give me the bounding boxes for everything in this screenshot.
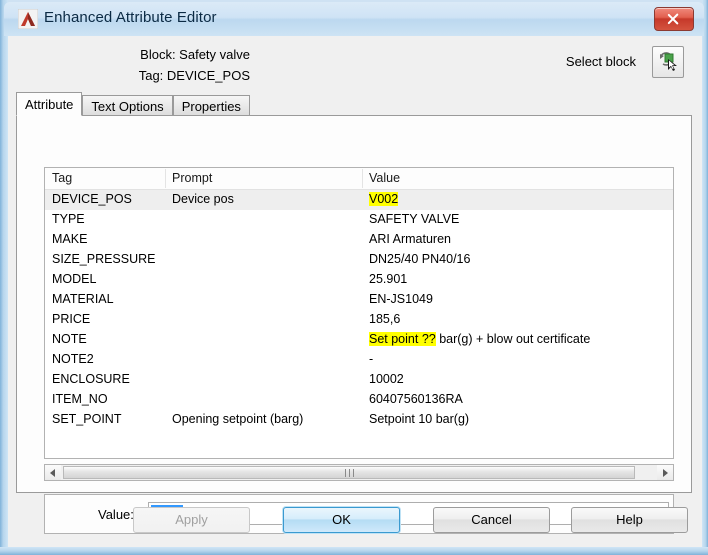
table-row[interactable]: SIZE_PRESSURE DN25/40 PN40/16 xyxy=(45,250,673,270)
cell-value: Set point ?? bar(g) + blow out certifica… xyxy=(369,332,591,346)
window-frame-right xyxy=(702,0,708,555)
cell-tag: PRICE xyxy=(52,312,91,326)
select-block-button[interactable] xyxy=(652,46,684,78)
cell-tag: ITEM_NO xyxy=(52,392,108,406)
grid-header-row: Tag Prompt Value xyxy=(45,168,673,190)
tab-attribute[interactable]: Attribute xyxy=(16,92,83,116)
cell-tag: TYPE xyxy=(52,212,85,226)
cell-tag: ENCLOSURE xyxy=(52,372,130,386)
grid-rows: DEVICE_POS Device pos V002 TYPE SAFETY VALVE… xyxy=(45,190,673,430)
cell-value: ARI Armaturen xyxy=(369,232,451,246)
tag-name-line: Tag: DEVICE_POS xyxy=(138,68,250,83)
window-frame-left xyxy=(0,0,8,555)
tab-strip: Attribute Text Options Properties xyxy=(16,92,250,116)
cell-tag: SET_POINT xyxy=(52,412,122,426)
table-row[interactable]: SET_POINT Opening setpoint (barg) Setpoint… xyxy=(45,410,673,430)
cell-value: V002 xyxy=(369,192,399,206)
autocad-logo-icon xyxy=(18,9,38,29)
column-header-value: Value xyxy=(369,171,401,185)
dialog-window: Enhanced Attribute Editor Block: Safety … xyxy=(0,0,708,555)
cell-tag: MODEL xyxy=(52,272,97,286)
table-row[interactable]: NOTE Set point ?? bar(g) + blow out certi… xyxy=(45,330,673,350)
cell-tag: SIZE_PRESSURE xyxy=(52,252,156,266)
value-highlight: V002 xyxy=(369,192,399,206)
arrow-right-icon[interactable] xyxy=(657,465,673,480)
cell-value: EN-JS1049 xyxy=(369,292,433,306)
cell-value: 25.901 xyxy=(369,272,408,286)
scrollbar-grip-icon xyxy=(345,469,354,477)
table-row[interactable]: TYPE SAFETY VALVE xyxy=(45,210,673,230)
table-row[interactable]: DEVICE_POS Device pos V002 xyxy=(45,190,673,210)
apply-button[interactable]: Apply xyxy=(133,507,250,533)
value-highlight: Set point ?? xyxy=(369,332,436,346)
table-row[interactable]: ITEM_NO 60407560136RA xyxy=(45,390,673,410)
cell-value: 185,6 xyxy=(369,312,401,326)
cell-tag: DEVICE_POS xyxy=(52,192,132,206)
horizontal-scrollbar[interactable] xyxy=(44,464,674,481)
cell-value: DN25/40 PN40/16 xyxy=(369,252,471,266)
cell-prompt: Opening setpoint (barg) xyxy=(172,412,304,426)
table-row[interactable]: MODEL 25.901 xyxy=(45,270,673,290)
cell-value: 60407560136RA xyxy=(369,392,463,406)
tab-properties[interactable]: Properties xyxy=(172,95,250,116)
window-frame-bottom xyxy=(0,547,708,555)
window-title: Enhanced Attribute Editor xyxy=(44,9,217,26)
tab-text-options[interactable]: Text Options xyxy=(82,95,173,116)
ok-button[interactable]: OK xyxy=(283,507,400,533)
cell-tag: MATERIAL xyxy=(52,292,114,306)
table-row[interactable]: PRICE 185,6 xyxy=(45,310,673,330)
scrollbar-thumb[interactable] xyxy=(63,466,635,479)
column-header-prompt: Prompt xyxy=(172,171,213,185)
table-row[interactable]: NOTE2 - xyxy=(45,350,673,370)
cell-value: SAFETY VALVE xyxy=(369,212,460,226)
select-block-icon xyxy=(660,52,677,71)
cell-value: 10002 xyxy=(369,372,404,386)
table-row[interactable]: ENCLOSURE 10002 xyxy=(45,370,673,390)
cell-tag: NOTE2 xyxy=(52,352,94,366)
value-label: Value: xyxy=(98,507,134,522)
cell-prompt: Device pos xyxy=(172,192,234,206)
select-block-label: Select block xyxy=(565,54,636,69)
title-bar: Enhanced Attribute Editor xyxy=(4,2,704,36)
column-header-tag: Tag xyxy=(52,171,73,185)
block-info: Block: Safety valve Tag: DEVICE_POS xyxy=(30,44,250,86)
help-button[interactable]: Help xyxy=(571,507,688,533)
dialog-client-area: Block: Safety valve Tag: DEVICE_POS Sele… xyxy=(8,36,702,547)
arrow-left-icon[interactable] xyxy=(45,465,61,480)
attribute-list[interactable]: Tag Prompt Value DEVICE_POS Device pos V00… xyxy=(44,167,674,459)
table-row[interactable]: MAKE ARI Armaturen xyxy=(45,230,673,250)
close-button[interactable] xyxy=(654,7,694,31)
cancel-button[interactable]: Cancel xyxy=(433,507,550,533)
attribute-tab-panel: Tag Prompt Value DEVICE_POS Device pos V00… xyxy=(16,115,692,534)
cell-tag: MAKE xyxy=(52,232,88,246)
table-row[interactable]: MATERIAL EN-JS1049 xyxy=(45,290,673,310)
block-name-line: Block: Safety valve xyxy=(140,47,250,62)
cell-value: - xyxy=(369,352,374,366)
cell-tag: NOTE xyxy=(52,332,87,346)
cell-value: Setpoint 10 bar(g) xyxy=(369,412,470,426)
